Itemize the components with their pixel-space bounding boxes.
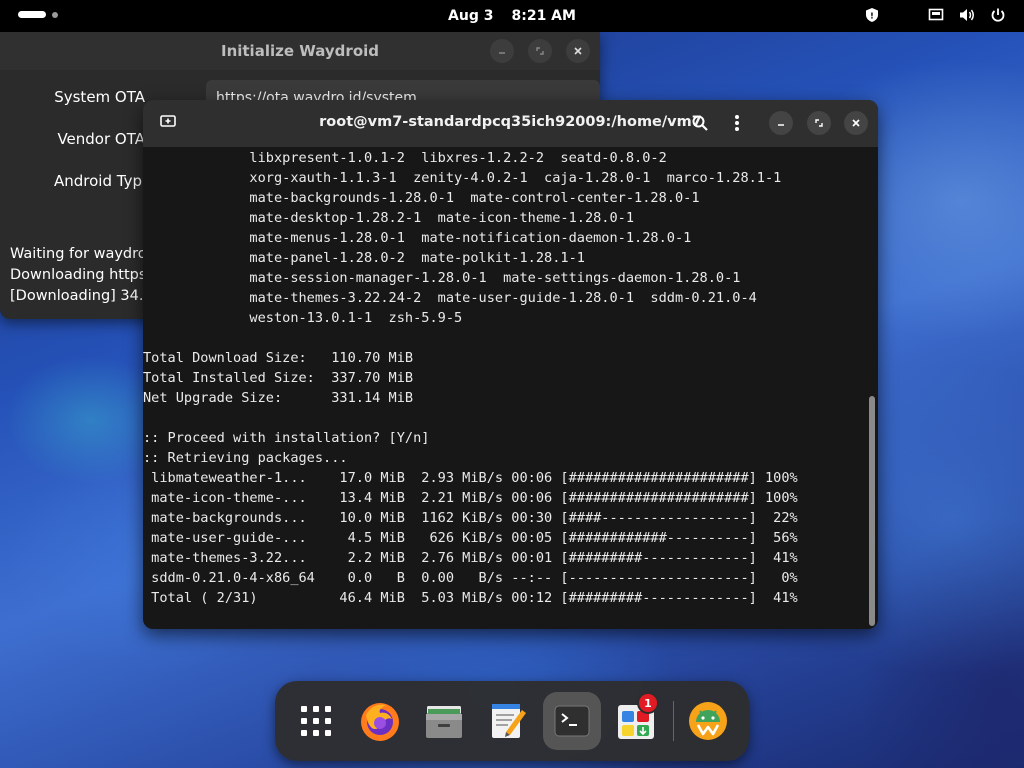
terminal-line: :: Retrieving packages... <box>143 450 348 466</box>
waydroid-window-title: Initialize Waydroid <box>220 42 379 60</box>
minimize-button[interactable] <box>490 39 514 63</box>
terminal-line: Total Installed Size: 337.70 MiB <box>143 370 414 386</box>
log-line: [Downloading] 34. <box>10 288 144 304</box>
power-icon[interactable] <box>990 7 1006 23</box>
waydroid-launcher[interactable] <box>679 692 737 750</box>
terminal-line: mate-user-guide-... 4.5 MiB 626 KiB/s 00… <box>143 530 798 546</box>
activities-button[interactable] <box>18 11 58 18</box>
close-button[interactable] <box>844 111 868 135</box>
vendor-ota-label: Vendor OTA <box>57 130 145 148</box>
firefox-icon <box>361 703 399 741</box>
firefox-launcher[interactable] <box>351 692 409 750</box>
terminal-icon <box>554 705 590 737</box>
terminal-title: root@vm7-standardpcq35ich92009:/home/vm7 <box>319 114 702 130</box>
terminal-line: mate-themes-3.22... 2.2 MiB 2.76 MiB/s 0… <box>143 550 798 566</box>
terminal-line: weston-13.0.1-1 zsh-5.9-5 <box>143 310 463 326</box>
minimize-icon <box>778 124 784 126</box>
terminal-line: mate-backgrounds-1.28.0-1 mate-control-c… <box>143 190 700 206</box>
text-editor-icon <box>492 704 526 738</box>
top-bar: Aug 3 8:21 AM ! <box>0 0 1024 32</box>
waydroid-icon <box>689 702 727 740</box>
minimize-button[interactable] <box>769 111 793 135</box>
android-type-label: Android Typ <box>54 172 142 190</box>
terminal-line: mate-desktop-1.28.2-1 mate-icon-theme-1.… <box>143 210 635 226</box>
system-ota-label: System OTA <box>54 88 145 106</box>
volume-icon[interactable] <box>958 7 976 23</box>
terminal-line: libmateweather-1... 17.0 MiB 2.93 MiB/s … <box>143 470 798 486</box>
dock-separator <box>673 701 674 741</box>
maximize-icon <box>815 119 823 127</box>
maximize-icon <box>536 47 544 55</box>
maximize-button[interactable] <box>807 111 831 135</box>
files-launcher[interactable] <box>415 692 473 750</box>
clock-date[interactable]: Aug 3 <box>448 8 493 24</box>
terminal-line: mate-session-manager-1.28.0-1 mate-setti… <box>143 270 741 286</box>
text-editor-launcher[interactable] <box>479 692 537 750</box>
log-line: Downloading https <box>10 267 147 283</box>
terminal-line: mate-icon-theme-... 13.4 MiB 2.21 MiB/s … <box>143 490 798 506</box>
search-icon[interactable] <box>691 114 709 136</box>
terminal-line: :: Proceed with installation? [Y/n] <box>143 430 430 446</box>
terminal-line: Total ( 2/31) 46.4 MiB 5.03 MiB/s 00:12 … <box>143 590 798 606</box>
close-icon <box>574 47 582 55</box>
terminal-launcher[interactable] <box>543 692 601 750</box>
app-grid-icon <box>301 706 331 736</box>
minimize-icon <box>499 52 505 54</box>
software-launcher[interactable]: 1 <box>607 692 665 750</box>
terminal-line: sddm-0.21.0-4-x86_64 0.0 B 0.00 B/s --:-… <box>143 570 798 586</box>
terminal-line: xorg-xauth-1.1.3-1 zenity-4.0.2-1 caja-1… <box>143 170 782 186</box>
terminal-output[interactable]: libxpresent-1.0.1-2 libxres-1.2.2-2 seat… <box>143 148 867 618</box>
update-count-badge: 1 <box>637 692 659 714</box>
dock: 1 <box>275 681 749 761</box>
maximize-button[interactable] <box>528 39 552 63</box>
clock-time[interactable]: 8:21 AM <box>511 8 575 24</box>
menu-kebab-icon[interactable] <box>733 114 741 136</box>
log-line: Waiting for waydro <box>10 246 147 262</box>
terminal-line: mate-panel-1.28.0-2 mate-polkit-1.28.1-1 <box>143 250 585 266</box>
terminal-line: mate-themes-3.22.24-2 mate-user-guide-1.… <box>143 290 757 306</box>
privacy-shield-icon[interactable]: ! <box>864 7 880 23</box>
terminal-window: root@vm7-standardpcq35ich92009:/home/vm7… <box>143 100 878 629</box>
waydroid-window-header[interactable]: Initialize Waydroid <box>0 32 600 70</box>
svg-text:!: ! <box>870 12 874 21</box>
terminal-header[interactable]: root@vm7-standardpcq35ich92009:/home/vm7 <box>143 100 878 147</box>
terminal-line: mate-menus-1.28.0-1 mate-notification-da… <box>143 230 692 246</box>
terminal-scrollbar[interactable] <box>869 396 875 626</box>
close-icon <box>852 119 860 127</box>
workspace-indicator-active <box>18 11 46 18</box>
file-cabinet-icon <box>426 706 462 738</box>
terminal-line: Net Upgrade Size: 331.14 MiB <box>143 390 414 406</box>
system-tray[interactable]: ! <box>864 7 1006 23</box>
terminal-line: mate-backgrounds... 10.0 MiB 1162 KiB/s … <box>143 510 798 526</box>
workspace-indicator <box>52 11 58 18</box>
terminal-line: Total Download Size: 110.70 MiB <box>143 350 414 366</box>
close-button[interactable] <box>566 39 590 63</box>
show-apps-button[interactable] <box>287 692 345 750</box>
network-wired-icon[interactable] <box>928 7 944 23</box>
terminal-line: libxpresent-1.0.1-2 libxres-1.2.2-2 seat… <box>143 150 667 166</box>
